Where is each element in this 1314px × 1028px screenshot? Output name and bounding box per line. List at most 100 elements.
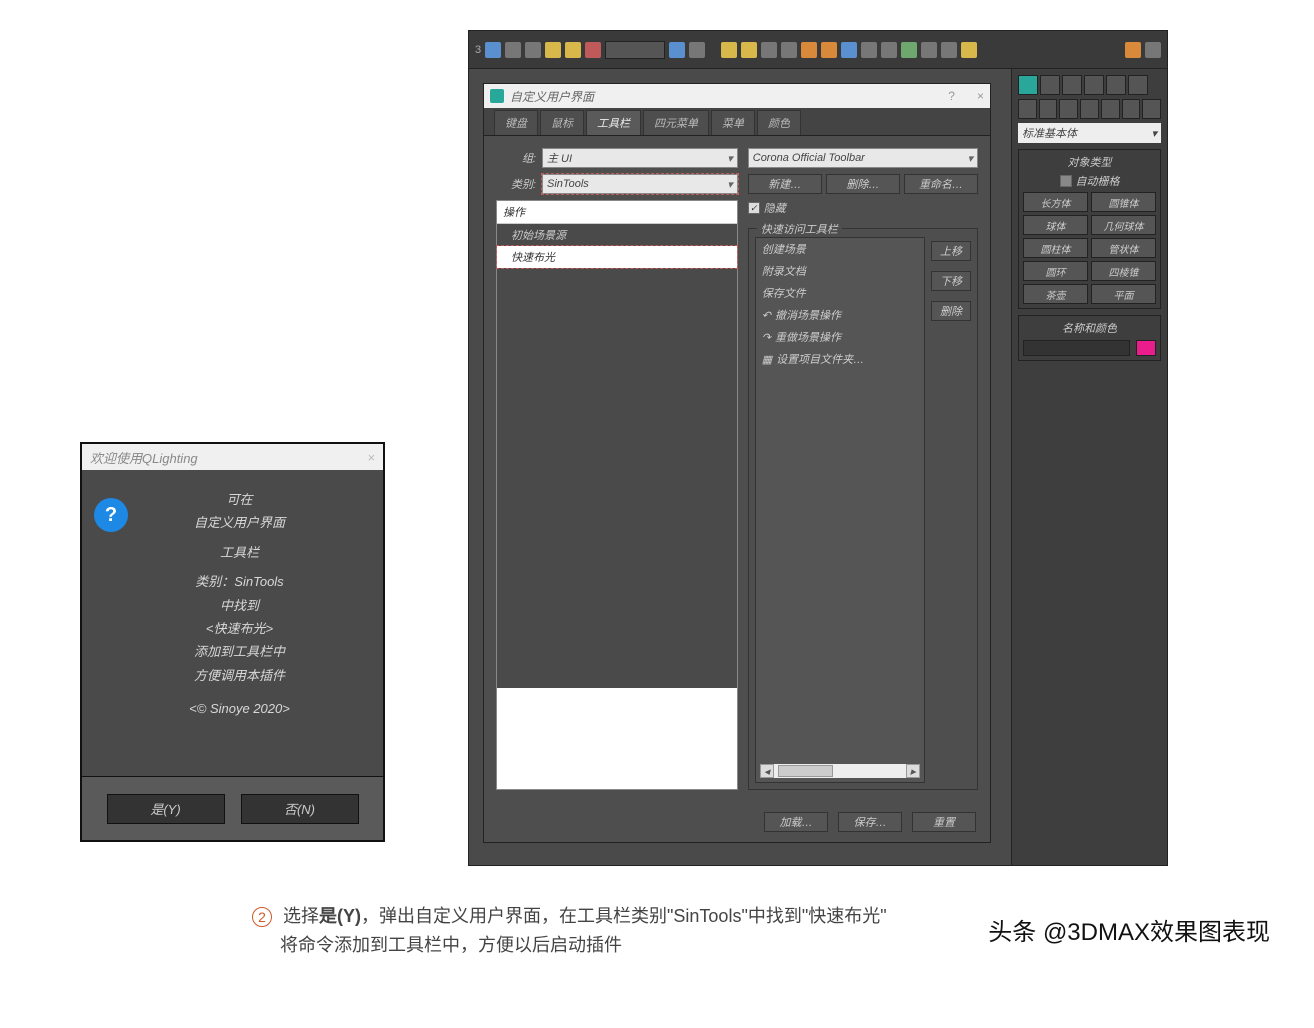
toolbar-icon[interactable] [961,42,977,58]
primitive-type-dropdown[interactable]: 标准基本体▾ [1018,123,1161,143]
utility-tab-icon[interactable] [1128,75,1148,95]
cameras-icon[interactable] [1080,99,1099,119]
primitive-button[interactable]: 几何球体 [1091,215,1156,235]
create-tab-icon[interactable] [1018,75,1038,95]
list-item[interactable]: 附录文档 [756,260,924,282]
no-button[interactable]: 否(N) [241,794,359,824]
list-item[interactable]: ↷重做场景操作 [756,326,924,348]
toolbar-icon[interactable] [525,42,541,58]
new-button[interactable]: 新建… [748,174,822,194]
primitive-button[interactable]: 茶壶 [1023,284,1088,304]
geometry-icon[interactable] [1018,99,1037,119]
toolbar-dropdown[interactable] [605,41,665,59]
systems-icon[interactable] [1142,99,1161,119]
tab-mouse[interactable]: 鼠标 [540,110,584,135]
tab-color[interactable]: 颜色 [757,110,801,135]
qlighting-button-row: 是(Y) 否(N) [82,776,383,840]
helpers-icon[interactable] [1101,99,1120,119]
toolbar-icon[interactable] [941,42,957,58]
toolbar-item-list[interactable]: 创建场景 附录文档 保存文件 ↶撤消场景操作 ↷重做场景操作 ▦设置项目文件夹…… [755,237,925,783]
qlighting-dialog: 欢迎使用QLighting × ? 可在 自定义用户界面 工具栏 类别：SinT… [80,442,385,842]
scroll-right-arrow[interactable]: ▸ [906,764,920,778]
modify-tab-icon[interactable] [1040,75,1060,95]
delete-button[interactable]: 删除… [826,174,900,194]
autogrid-checkbox[interactable]: 自动栅格 [1023,173,1156,189]
toolbar-icon[interactable] [689,42,705,58]
hide-checkbox[interactable]: ✓隐藏 [748,200,978,216]
yes-button[interactable]: 是(Y) [107,794,225,824]
primitive-button[interactable]: 球体 [1023,215,1088,235]
toolbar-icon[interactable] [841,42,857,58]
scroll-left-arrow[interactable]: ◂ [760,764,774,778]
category-dropdown[interactable]: SinTools▾ [542,174,738,194]
qlighting-title-text: 欢迎使用QLighting [90,448,198,467]
toolbar-icon[interactable] [1145,42,1161,58]
action-list-header: 操作 [497,201,737,224]
group-dropdown[interactable]: 主 UI▾ [542,148,738,168]
tab-keyboard[interactable]: 键盘 [494,110,538,135]
scroll-thumb[interactable] [778,765,833,777]
reset-button[interactable]: 重置 [912,812,976,832]
primitive-button[interactable]: 圆柱体 [1023,238,1088,258]
spacewarps-icon[interactable] [1122,99,1141,119]
tab-quad[interactable]: 四元菜单 [643,110,709,135]
list-item[interactable]: ▦设置项目文件夹… [756,348,924,370]
primitive-button[interactable]: 四棱锥 [1091,261,1156,281]
action-list[interactable]: 操作 初始场景源 快速布光 [496,200,738,790]
chevron-down-icon: ▾ [727,152,733,165]
tab-toolbar[interactable]: 工具栏 [586,110,641,135]
name-color-rollout[interactable]: 名称和颜色 [1018,315,1161,361]
list-item[interactable]: ↶撤消场景操作 [756,304,924,326]
rename-button[interactable]: 重命名… [904,174,978,194]
motion-tab-icon[interactable] [1084,75,1104,95]
move-up-button[interactable]: 上移 [931,241,971,261]
list-item[interactable]: 创建场景 [756,238,924,260]
list-item[interactable]: 保存文件 [756,282,924,304]
object-type-rollout[interactable]: 对象类型 自动栅格 长方体 圆锥体 球体 几何球体 圆柱体 管状体 圆环 四棱锥… [1018,149,1161,309]
toolbar-select-dropdown[interactable]: Corona Official Toolbar▾ [748,148,978,168]
create-subtabs [1018,99,1161,119]
action-item-highlight[interactable]: 快速布光 [497,246,737,268]
hierarchy-tab-icon[interactable] [1062,75,1082,95]
toolbar-icon[interactable] [801,42,817,58]
undo-icon: ↶ [762,309,771,322]
move-down-button[interactable]: 下移 [931,271,971,291]
toolbar-icon[interactable] [761,42,777,58]
object-name-field[interactable] [1023,340,1130,356]
tab-menu[interactable]: 菜单 [711,110,755,135]
display-tab-icon[interactable] [1106,75,1126,95]
toolbar-icon[interactable] [901,42,917,58]
primitive-button[interactable]: 圆环 [1023,261,1088,281]
primitive-button[interactable]: 圆锥体 [1091,192,1156,212]
primitive-button[interactable]: 管状体 [1091,238,1156,258]
toolbar-icon[interactable] [505,42,521,58]
save-button[interactable]: 保存… [838,812,902,832]
cui-titlebar[interactable]: 自定义用户界面 ? × [484,84,990,108]
toolbar-icon[interactable] [485,42,501,58]
help-icon[interactable]: ? [948,89,955,103]
primitive-button[interactable]: 平面 [1091,284,1156,304]
toolbar-icon[interactable] [821,42,837,58]
close-icon[interactable]: × [977,89,984,103]
primitive-button[interactable]: 长方体 [1023,192,1088,212]
toolbar-icon[interactable] [781,42,797,58]
color-swatch[interactable] [1136,340,1156,356]
horizontal-scrollbar[interactable]: ◂ ▸ [760,764,920,778]
qlighting-titlebar[interactable]: 欢迎使用QLighting × [82,444,383,470]
load-button[interactable]: 加载… [764,812,828,832]
shapes-icon[interactable] [1039,99,1058,119]
lights-icon[interactable] [1059,99,1078,119]
toolbar-icon[interactable] [565,42,581,58]
toolbar-icon[interactable] [921,42,937,58]
action-item[interactable]: 初始场景源 [497,224,737,246]
toolbar-icon[interactable] [861,42,877,58]
toolbar-icon[interactable] [741,42,757,58]
toolbar-icon[interactable] [1125,42,1141,58]
toolbar-icon[interactable] [881,42,897,58]
toolbar-icon[interactable] [669,42,685,58]
toolbar-icon[interactable] [545,42,561,58]
delete-item-button[interactable]: 删除 [931,301,971,321]
cui-footer: 加载… 保存… 重置 [484,802,990,842]
toolbar-icon[interactable] [585,42,601,58]
toolbar-icon[interactable] [721,42,737,58]
